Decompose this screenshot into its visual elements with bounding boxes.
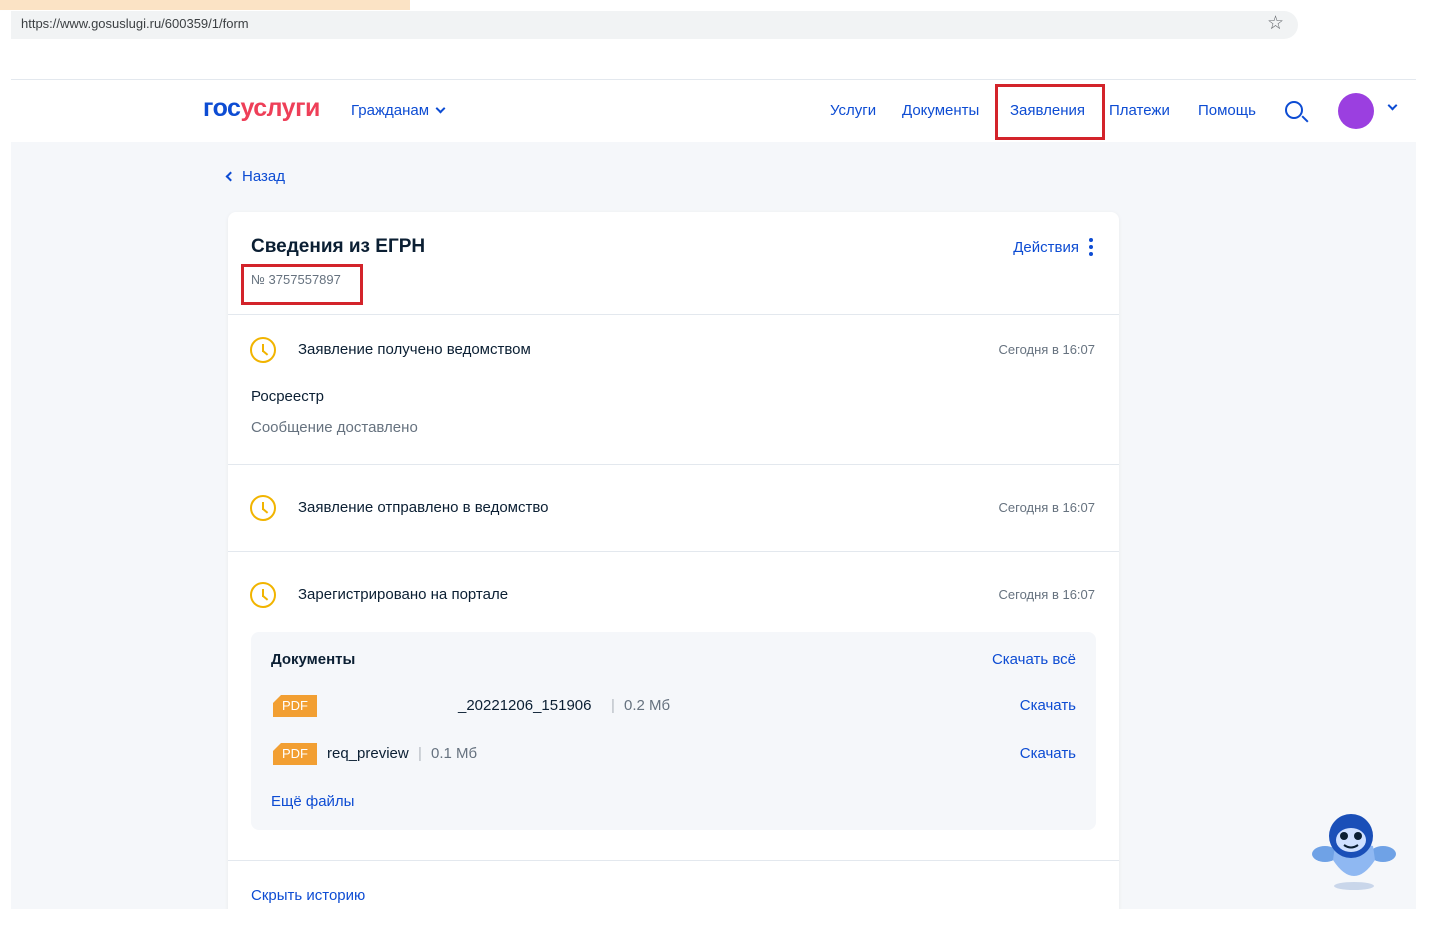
nav-payments[interactable]: Платежи bbox=[1109, 102, 1170, 119]
agency-name: Росреестр bbox=[251, 388, 324, 405]
nav-services[interactable]: Услуги bbox=[830, 102, 876, 119]
clock-icon bbox=[250, 495, 276, 521]
file-row: PDF _20221206_151906 | 0.2 Мб Скачать bbox=[271, 693, 1076, 719]
event-time: Сегодня в 16:07 bbox=[998, 500, 1095, 515]
file-size: 0.2 Мб bbox=[624, 697, 671, 714]
highlight-frame-number bbox=[241, 264, 363, 305]
event-time: Сегодня в 16:07 bbox=[998, 342, 1095, 357]
divider bbox=[228, 860, 1119, 861]
download-all-link[interactable]: Скачать всё bbox=[992, 651, 1076, 668]
gosuslugi-logo[interactable]: госуслуги bbox=[203, 94, 320, 123]
site: госуслуги Гражданам Услуги Документы Зая… bbox=[11, 79, 1416, 909]
pdf-icon: PDF bbox=[273, 743, 317, 765]
divider bbox=[228, 464, 1119, 465]
nav-citizens-dropdown[interactable]: Гражданам bbox=[351, 102, 446, 119]
search-icon[interactable] bbox=[1285, 101, 1303, 119]
file-name[interactable]: _20221206_151906 bbox=[458, 697, 591, 714]
tab-highlight bbox=[0, 0, 410, 10]
clock-icon bbox=[250, 337, 276, 363]
nav-documents[interactable]: Документы bbox=[902, 102, 979, 119]
highlight-frame-applications bbox=[995, 84, 1105, 140]
file-name[interactable]: req_preview bbox=[327, 745, 409, 762]
event-title: Зарегистрировано на портале bbox=[298, 586, 509, 603]
back-label: Назад bbox=[242, 168, 285, 185]
address-bar[interactable]: https://www.gosuslugi.ru/600359/1/form ☆ bbox=[11, 11, 1298, 39]
event-time: Сегодня в 16:07 bbox=[998, 587, 1095, 602]
nav-help[interactable]: Помощь bbox=[1198, 102, 1256, 119]
pdf-icon: PDF bbox=[273, 695, 317, 717]
actions-menu-button[interactable]: Действия bbox=[1013, 238, 1093, 256]
file-row: PDF req_preview | 0.1 Мб Скачать bbox=[271, 741, 1076, 767]
documents-panel: Документы Скачать всё PDF _20221206_1519… bbox=[251, 632, 1096, 830]
more-vertical-icon bbox=[1089, 238, 1093, 256]
url-text[interactable]: https://www.gosuslugi.ru/600359/1/form bbox=[21, 16, 249, 31]
chevron-left-icon bbox=[225, 171, 236, 182]
divider bbox=[228, 314, 1119, 315]
back-link[interactable]: Назад bbox=[225, 168, 285, 185]
download-link[interactable]: Скачать bbox=[1020, 697, 1076, 714]
application-title: Сведения из ЕГРН bbox=[251, 236, 426, 257]
actions-label: Действия bbox=[1013, 238, 1079, 256]
assistant-robot-icon[interactable] bbox=[1311, 810, 1397, 894]
file-size: 0.1 Мб bbox=[431, 745, 478, 762]
documents-title: Документы bbox=[271, 651, 356, 668]
download-link[interactable]: Скачать bbox=[1020, 745, 1076, 762]
nav-citizens-label: Гражданам bbox=[351, 102, 430, 119]
hide-history-link[interactable]: Скрыть историю bbox=[251, 887, 365, 904]
file-separator: | bbox=[611, 697, 615, 714]
star-icon[interactable]: ☆ bbox=[1267, 13, 1284, 35]
more-files-link[interactable]: Ещё файлы bbox=[271, 793, 354, 810]
agency-status: Сообщение доставлено bbox=[251, 419, 418, 436]
file-separator: | bbox=[418, 745, 422, 762]
divider bbox=[228, 551, 1119, 552]
event-title: Заявление отправлено в ведомство bbox=[298, 499, 549, 516]
chevron-down-icon[interactable] bbox=[1387, 100, 1398, 111]
event-title: Заявление получено ведомством bbox=[298, 341, 531, 358]
avatar[interactable] bbox=[1338, 93, 1374, 129]
application-card: Сведения из ЕГРН № 3757557897 Действия З… bbox=[228, 212, 1119, 909]
clock-icon bbox=[250, 582, 276, 608]
site-header: госуслуги Гражданам Услуги Документы Зая… bbox=[11, 80, 1416, 142]
chevron-down-icon bbox=[435, 103, 446, 114]
